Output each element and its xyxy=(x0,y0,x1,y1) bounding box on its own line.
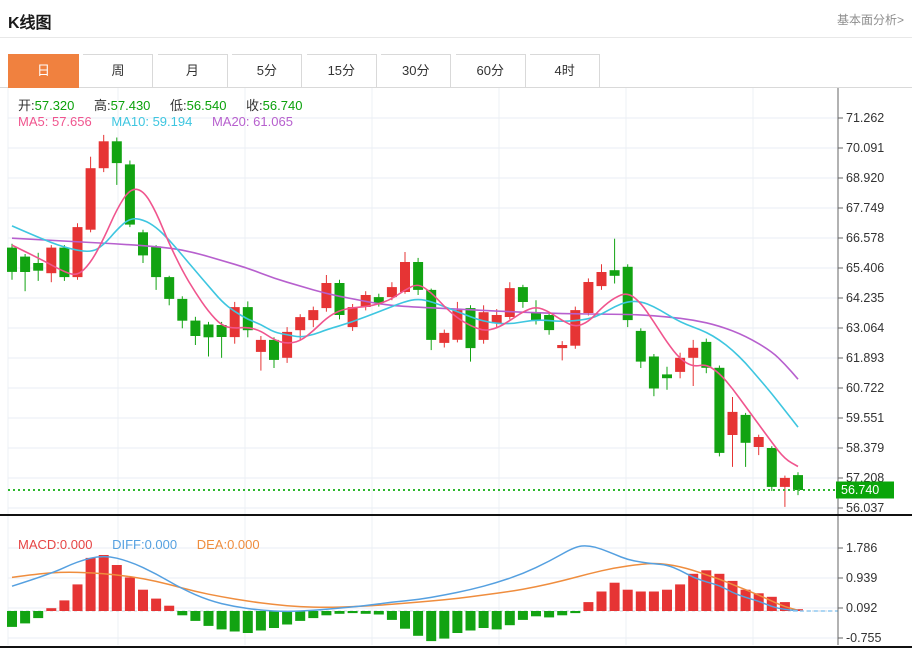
interval-tab-bar: 日 周 月 5分 15分 30分 60分 4时 xyxy=(0,54,912,88)
tab-5min[interactable]: 5分 xyxy=(232,54,303,88)
tab-30min[interactable]: 30分 xyxy=(381,54,452,88)
price-axis-label: 67.749 xyxy=(846,201,884,215)
price-axis-label: 64.235 xyxy=(846,291,884,305)
top-bar: K线图 基本面分析> xyxy=(0,0,912,38)
price-axis-label: 63.064 xyxy=(846,321,884,335)
price-axis-label: 59.551 xyxy=(846,411,884,425)
tab-15min[interactable]: 15分 xyxy=(306,54,377,88)
tab-month[interactable]: 月 xyxy=(157,54,228,88)
candlestick-macd-chart[interactable]: 71.262 70.091 68.920 67.749 66.578 65.406 64.2… xyxy=(0,88,912,650)
price-axis-label: 70.091 xyxy=(846,141,884,155)
macd-axis-label: 1.786 xyxy=(846,541,877,555)
price-axis-label: 68.920 xyxy=(846,171,884,185)
tab-week[interactable]: 周 xyxy=(83,54,154,88)
tab-day[interactable]: 日 xyxy=(8,54,79,88)
price-axis-label: 66.578 xyxy=(846,231,884,245)
tab-60min[interactable]: 60分 xyxy=(455,54,526,88)
price-axis-label: 56.037 xyxy=(846,501,884,515)
current-price-tag: 56.740 xyxy=(836,481,894,499)
svg-text:56.740: 56.740 xyxy=(841,483,879,497)
macd-axis-label: 0.939 xyxy=(846,571,877,585)
price-axis-label: 61.893 xyxy=(846,351,884,365)
price-axis-label: 60.722 xyxy=(846,381,884,395)
price-axis-label: 71.262 xyxy=(846,111,884,125)
macd-axis-label: -0.755 xyxy=(846,631,881,645)
price-axis-label: 58.379 xyxy=(846,441,884,455)
macd-axis-label: 0.092 xyxy=(846,601,877,615)
price-axis-label: 65.406 xyxy=(846,261,884,275)
candles xyxy=(7,134,803,507)
tab-4hour[interactable]: 4时 xyxy=(530,54,601,88)
fundamental-analysis-link[interactable]: 基本面分析> xyxy=(837,11,904,28)
page-title: K线图 xyxy=(8,15,52,32)
ma10-line xyxy=(11,217,799,428)
kline-chart-area[interactable]: 71.262 70.091 68.920 67.749 66.578 65.406 64.2… xyxy=(0,88,912,650)
